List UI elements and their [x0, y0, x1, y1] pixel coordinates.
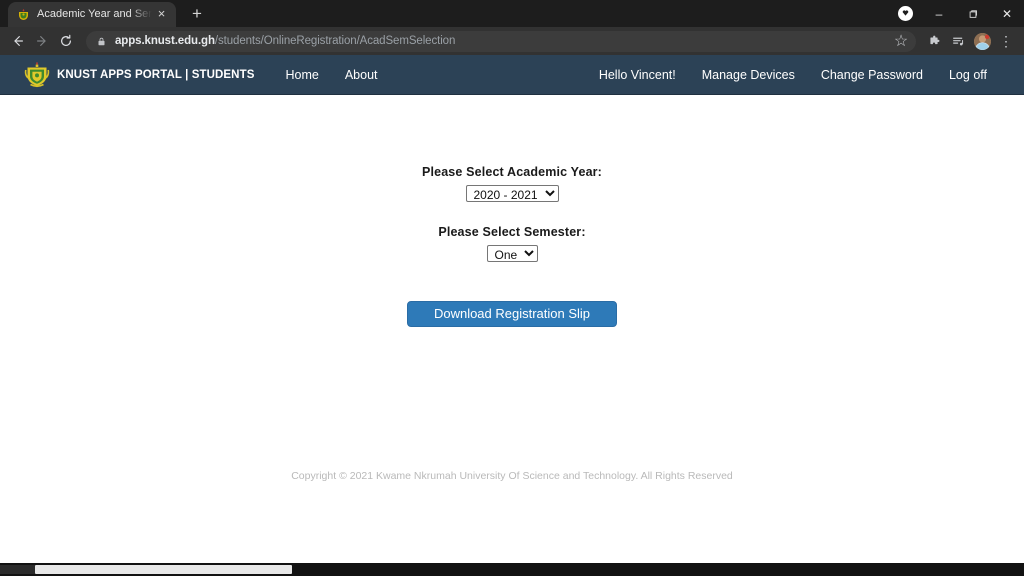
- download-badge-icon: [897, 6, 913, 21]
- academic-year-select[interactable]: 2020 - 2021: [465, 185, 559, 202]
- address-bar[interactable]: apps.knust.edu.gh/students/OnlineRegistr…: [86, 30, 916, 52]
- browser-toolbar: apps.knust.edu.gh/students/OnlineRegistr…: [0, 27, 1024, 55]
- url-text: apps.knust.edu.gh/students/OnlineRegistr…: [115, 35, 890, 47]
- browser-tab-active[interactable]: Academic Year and Semester Sele ×: [8, 2, 176, 27]
- scrollbar-thumb[interactable]: [35, 565, 292, 574]
- knust-crest-favicon: [17, 8, 30, 21]
- back-icon[interactable]: [6, 29, 30, 53]
- knust-crest-logo: [24, 61, 50, 88]
- nav-link-manage-devices[interactable]: Manage Devices: [689, 55, 808, 95]
- footer-copyright: Copyright © 2021 Kwame Nkrumah Universit…: [291, 470, 733, 482]
- download-indicator[interactable]: [888, 0, 922, 27]
- page-viewport: KNUST APPS PORTAL | STUDENTS Home About …: [0, 55, 1024, 576]
- navbar-right: Hello Vincent! Manage Devices Change Pas…: [586, 55, 1000, 95]
- maximize-button[interactable]: [956, 0, 990, 27]
- navbar-inner: KNUST APPS PORTAL | STUDENTS Home About …: [12, 55, 1012, 95]
- reading-list-icon[interactable]: [946, 29, 970, 53]
- minimize-button[interactable]: –: [922, 0, 956, 27]
- browser-menu-icon[interactable]: ⋮: [994, 29, 1018, 53]
- avatar: [973, 32, 991, 50]
- extensions-puzzle-icon[interactable]: [922, 29, 946, 53]
- download-registration-slip-button[interactable]: Download Registration Slip: [407, 301, 617, 327]
- browser-window: Academic Year and Semester Sele × + – ✕: [0, 0, 1024, 576]
- window-controls: – ✕: [888, 0, 1024, 27]
- profile-avatar[interactable]: [970, 29, 994, 53]
- brand[interactable]: KNUST APPS PORTAL | STUDENTS: [24, 61, 255, 88]
- forward-icon[interactable]: [30, 29, 54, 53]
- scrollbar-track-left[interactable]: [0, 565, 35, 574]
- nav-link-log-off[interactable]: Log off: [936, 55, 1000, 95]
- tab-strip: Academic Year and Semester Sele × + – ✕: [0, 0, 1024, 27]
- maximize-icon: [969, 9, 977, 18]
- semester-field: Please Select Semester: One: [0, 225, 1024, 264]
- brand-text: KNUST APPS PORTAL | STUDENTS: [57, 68, 255, 81]
- academic-year-label: Please Select Academic Year:: [421, 165, 602, 179]
- reload-icon[interactable]: [54, 29, 78, 53]
- url-host: apps.knust.edu.gh: [115, 35, 215, 47]
- academic-year-field: Please Select Academic Year: 2020 - 2021: [0, 165, 1024, 204]
- site-navbar: KNUST APPS PORTAL | STUDENTS Home About …: [0, 55, 1024, 95]
- url-path: /students/OnlineRegistration/AcadSemSele…: [214, 35, 456, 47]
- semester-select[interactable]: One: [486, 245, 538, 262]
- nav-link-greeting[interactable]: Hello Vincent!: [586, 55, 689, 95]
- new-tab-button[interactable]: +: [184, 2, 210, 27]
- close-window-button[interactable]: ✕: [990, 0, 1024, 27]
- bookmark-star-icon[interactable]: ☆: [890, 31, 912, 52]
- nav-link-change-password[interactable]: Change Password: [808, 55, 936, 95]
- tab-title: Academic Year and Semester Sele: [37, 8, 152, 20]
- semester-label: Please Select Semester:: [438, 225, 586, 239]
- nav-link-about[interactable]: About: [332, 55, 391, 95]
- close-tab-icon[interactable]: ×: [154, 7, 169, 22]
- nav-link-home[interactable]: Home: [273, 55, 332, 95]
- horizontal-scrollbar[interactable]: [0, 563, 1024, 576]
- main-content: Please Select Academic Year: 2020 - 2021…: [0, 95, 1024, 327]
- lock-icon: [95, 37, 108, 46]
